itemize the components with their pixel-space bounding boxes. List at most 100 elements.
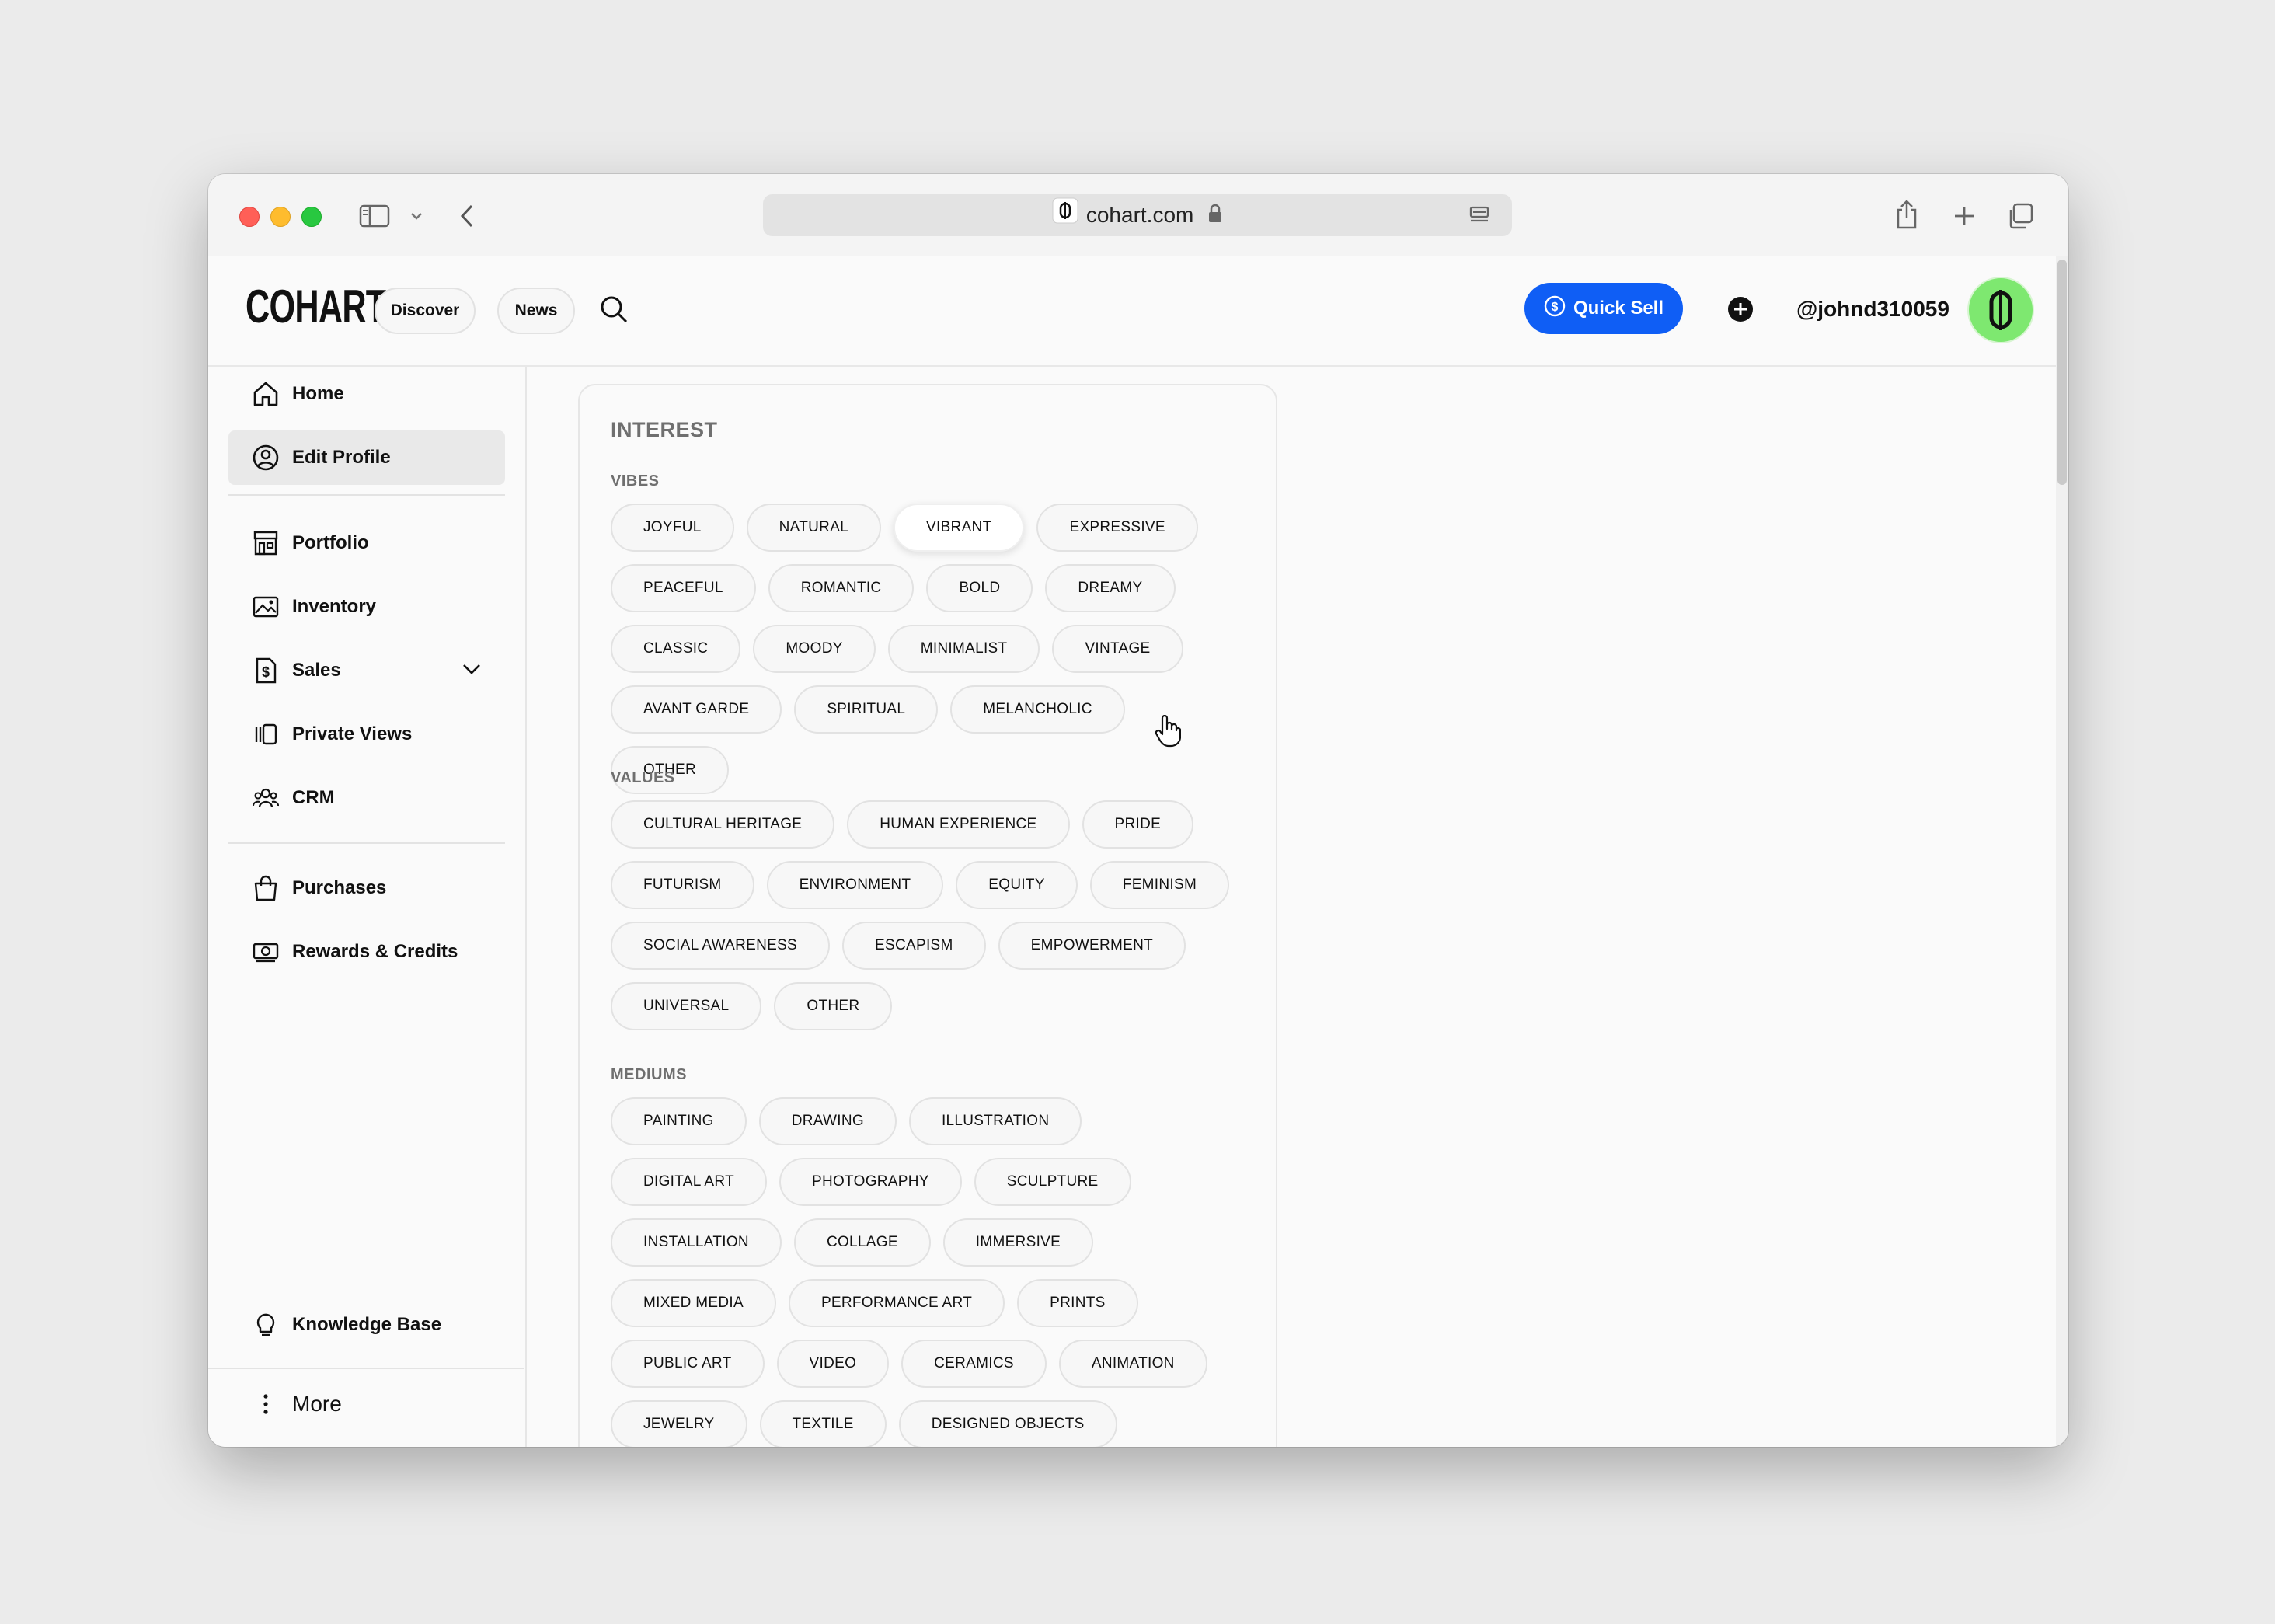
sidebar-item-purchases[interactable]: Purchases xyxy=(228,861,505,915)
sidebar-item-portfolio[interactable]: Portfolio xyxy=(228,516,505,570)
close-window-button[interactable] xyxy=(239,207,260,227)
chip-values-pride[interactable]: PRIDE xyxy=(1082,800,1194,849)
lightbulb-icon xyxy=(250,1309,281,1340)
chip-values-empowerment[interactable]: EMPOWERMENT xyxy=(998,922,1186,970)
chip-vibes-bold[interactable]: BOLD xyxy=(926,564,1033,612)
chip-mediums-digital-art[interactable]: DIGITAL ART xyxy=(611,1158,767,1206)
chip-mediums-illustration[interactable]: ILLUSTRATION xyxy=(908,1097,1082,1145)
quick-sell-button[interactable]: $ Quick Sell xyxy=(1524,283,1683,334)
chip-vibes-minimalist[interactable]: MINIMALIST xyxy=(887,625,1040,673)
chip-values-environment[interactable]: ENVIRONMENT xyxy=(766,861,944,909)
tab-overview-icon[interactable] xyxy=(2005,200,2036,232)
chip-vibes-joyful[interactable]: JOYFUL xyxy=(611,504,734,552)
chip-mediums-immersive[interactable]: IMMERSIVE xyxy=(942,1218,1094,1267)
chip-mediums-prints[interactable]: PRINTS xyxy=(1017,1279,1138,1327)
quick-sell-label: Quick Sell xyxy=(1573,298,1664,319)
chip-mediums-photography[interactable]: PHOTOGRAPHY xyxy=(779,1158,962,1206)
sidebar-item-knowledge-base[interactable]: Knowledge Base xyxy=(228,1298,505,1352)
chip-vibes-vibrant[interactable]: VIBRANT xyxy=(894,504,1025,552)
chip-values-equity[interactable]: EQUITY xyxy=(956,861,1078,909)
chip-mediums-designed-objects[interactable]: DESIGNED OBJECTS xyxy=(898,1400,1117,1447)
chip-mediums-sculpture[interactable]: SCULPTURE xyxy=(974,1158,1131,1206)
nav-discover-button[interactable]: Discover xyxy=(375,288,476,334)
sidebar-item-inventory[interactable]: Inventory xyxy=(228,580,505,634)
chip-mediums-mixed-media[interactable]: MIXED MEDIA xyxy=(611,1279,776,1327)
chip-vibes-spiritual[interactable]: SPIRITUAL xyxy=(794,685,939,734)
chip-mediums-video[interactable]: VIDEO xyxy=(776,1340,890,1388)
svg-text:$: $ xyxy=(262,664,270,680)
vibes-title: VIBES xyxy=(611,472,660,490)
chip-mediums-animation[interactable]: ANIMATION xyxy=(1058,1340,1207,1388)
app-header: COHART Discover News $ Quick Sell @johnd… xyxy=(208,256,2068,367)
zoom-window-button[interactable] xyxy=(301,207,322,227)
shopping-bag-icon xyxy=(250,873,281,904)
address-bar[interactable]: cohart.com xyxy=(763,194,1512,236)
chip-mediums-ceramics[interactable]: CERAMICS xyxy=(901,1340,1047,1388)
chip-values-universal[interactable]: UNIVERSAL xyxy=(611,982,762,1030)
chip-mediums-jewelry[interactable]: JEWELRY xyxy=(611,1400,747,1447)
chip-mediums-collage[interactable]: COLLAGE xyxy=(793,1218,931,1267)
chip-values-feminism[interactable]: FEMINISM xyxy=(1089,861,1230,909)
chip-values-escapism[interactable]: ESCAPISM xyxy=(842,922,986,970)
sidebar-item-home[interactable]: Home xyxy=(228,367,505,421)
reader-icon[interactable] xyxy=(1467,204,1492,227)
chip-vibes-moody[interactable]: MOODY xyxy=(753,625,876,673)
sidebar-divider xyxy=(208,1368,524,1369)
values-chips: CULTURAL HERITAGE HUMAN EXPERIENCE PRIDE FU… xyxy=(611,800,1248,1030)
chevron-down-icon[interactable] xyxy=(407,205,426,227)
avatar[interactable] xyxy=(1967,277,2034,343)
interest-card: INTEREST VIBES JOYFUL NATURAL VIBRANT EXPRE… xyxy=(578,384,1277,1447)
chip-values-cultural-heritage[interactable]: CULTURAL HERITAGE xyxy=(611,800,835,849)
nav-news-button[interactable]: News xyxy=(497,288,575,334)
chip-values-human-experience[interactable]: HUMAN EXPERIENCE xyxy=(847,800,1070,849)
dollar-circle-icon: $ xyxy=(1544,295,1566,322)
chip-vibes-vintage[interactable]: VINTAGE xyxy=(1052,625,1183,673)
chip-vibes-natural[interactable]: NATURAL xyxy=(746,504,882,552)
add-circle-icon[interactable] xyxy=(1725,294,1756,325)
dollar-document-icon: $ xyxy=(250,655,281,686)
sidebar-toggle-icon[interactable] xyxy=(357,202,392,230)
back-icon[interactable] xyxy=(455,200,479,232)
chip-vibes-classic[interactable]: CLASSIC xyxy=(611,625,741,673)
chip-vibes-dreamy[interactable]: DREAMY xyxy=(1045,564,1176,612)
mediums-chips: PAINTING DRAWING ILLUSTRATION DIGITAL ART PH… xyxy=(611,1097,1248,1447)
chip-mediums-painting[interactable]: PAINTING xyxy=(611,1097,747,1145)
search-icon[interactable] xyxy=(597,292,631,326)
chip-mediums-public-art[interactable]: PUBLIC ART xyxy=(611,1340,765,1388)
svg-text:$: $ xyxy=(1552,301,1559,314)
chevron-down-icon[interactable] xyxy=(462,662,482,680)
chip-values-social-awareness[interactable]: SOCIAL AWARENESS xyxy=(611,922,831,970)
chip-vibes-peaceful[interactable]: PEACEFUL xyxy=(611,564,756,612)
cohart-logo[interactable]: COHART xyxy=(246,281,386,333)
image-icon xyxy=(250,591,281,622)
sidebar-item-edit-profile[interactable]: Edit Profile xyxy=(228,430,505,485)
chip-values-other[interactable]: OTHER xyxy=(774,982,893,1030)
chip-values-futurism[interactable]: FUTURISM xyxy=(611,861,754,909)
chip-mediums-installation[interactable]: INSTALLATION xyxy=(611,1218,782,1267)
chip-mediums-drawing[interactable]: DRAWING xyxy=(758,1097,897,1145)
minimize-window-button[interactable] xyxy=(270,207,291,227)
sidebar-item-sales[interactable]: $ Sales xyxy=(228,643,505,698)
sidebar-divider xyxy=(228,842,505,844)
new-tab-icon[interactable] xyxy=(1949,200,1980,232)
sidebar-item-private-views[interactable]: Private Views xyxy=(228,707,505,761)
scrollbar-thumb[interactable] xyxy=(2057,260,2067,485)
site-favicon-icon xyxy=(1052,196,1078,238)
username-label[interactable]: @johnd310059 xyxy=(1796,288,1949,331)
private-views-icon xyxy=(250,719,281,750)
sidebar-divider xyxy=(228,494,505,496)
people-icon xyxy=(250,782,281,814)
chip-vibes-melancholic[interactable]: MELANCHOLIC xyxy=(950,685,1125,734)
chip-mediums-textile[interactable]: TEXTILE xyxy=(759,1400,887,1447)
chip-mediums-performance-art[interactable]: PERFORMANCE ART xyxy=(788,1279,1005,1327)
share-icon[interactable] xyxy=(1891,197,1922,232)
chip-vibes-expressive[interactable]: EXPRESSIVE xyxy=(1036,504,1198,552)
browser-toolbar: cohart.com xyxy=(208,174,2068,257)
chip-vibes-romantic[interactable]: ROMANTIC xyxy=(768,564,915,612)
sidebar-item-more[interactable]: More xyxy=(228,1377,505,1431)
chip-vibes-avant-garde[interactable]: AVANT GARDE xyxy=(611,685,782,734)
sidebar-item-rewards-credits[interactable]: Rewards & Credits xyxy=(228,925,505,979)
values-title: VALUES xyxy=(611,769,675,786)
hand-cursor-icon xyxy=(1155,714,1182,751)
sidebar-item-crm[interactable]: CRM xyxy=(228,771,505,825)
